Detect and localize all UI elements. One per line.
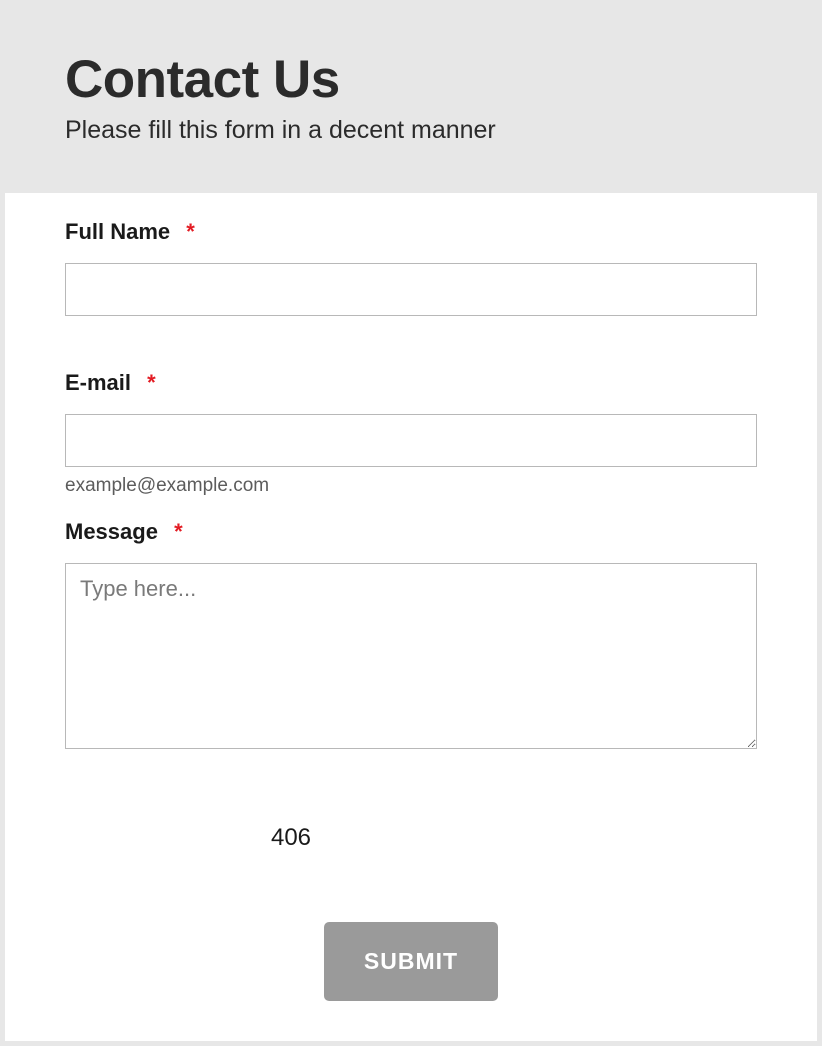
email-hint: example@example.com (65, 475, 757, 497)
message-group: Message * (65, 519, 757, 754)
page-subtitle: Please fill this form in a decent manner (65, 116, 757, 145)
email-input[interactable] (65, 414, 757, 467)
full-name-label-text: Full Name (65, 219, 170, 244)
required-asterisk: * (147, 370, 156, 395)
message-textarea[interactable] (65, 563, 757, 749)
captcha-code: 406 (271, 824, 311, 851)
required-asterisk: * (174, 519, 183, 544)
message-label-text: Message (65, 519, 158, 544)
submit-button[interactable]: SUBMIT (324, 922, 498, 1001)
form-body: Full Name * E-mail * example@example.com… (5, 193, 817, 1041)
email-label: E-mail * (65, 370, 757, 396)
form-container: Contact Us Please fill this form in a de… (0, 0, 822, 1046)
email-label-text: E-mail (65, 370, 131, 395)
page-title: Contact Us (65, 49, 757, 110)
submit-wrapper: SUBMIT (65, 922, 757, 1001)
required-asterisk: * (186, 219, 195, 244)
full-name-input[interactable] (65, 263, 757, 316)
form-header: Contact Us Please fill this form in a de… (5, 5, 817, 193)
full-name-label: Full Name * (65, 219, 757, 245)
captcha-area: 406 (65, 824, 757, 852)
message-label: Message * (65, 519, 757, 545)
full-name-group: Full Name * (65, 219, 757, 316)
email-group: E-mail * example@example.com (65, 370, 757, 497)
